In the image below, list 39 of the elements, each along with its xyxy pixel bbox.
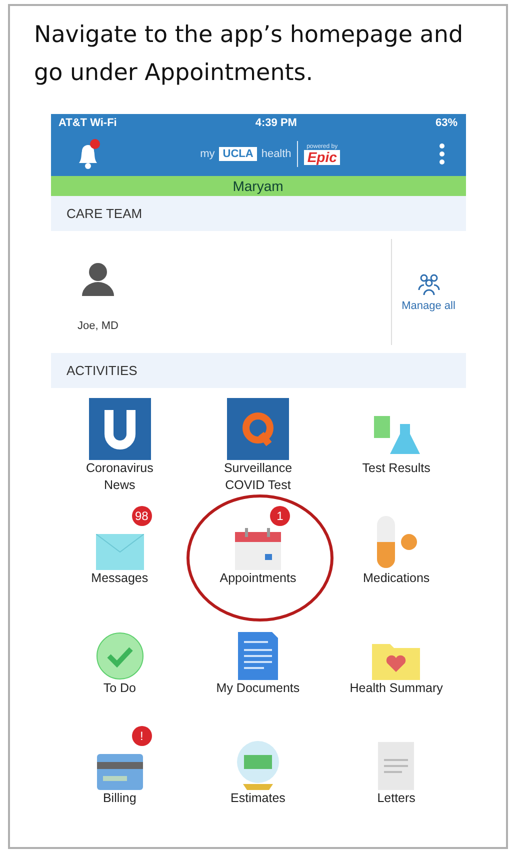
activity-tile[interactable]: ! Billing	[50, 724, 189, 834]
envelope-icon	[96, 534, 144, 570]
count-badge: 1	[270, 506, 290, 526]
activity-tile[interactable]: Health Summary	[327, 614, 466, 724]
activity-tile[interactable]: Estimates	[188, 724, 328, 834]
manage-all-button[interactable]: Manage all	[390, 239, 466, 345]
activity-tile[interactable]: My Documents	[188, 614, 328, 724]
calendar-icon	[234, 528, 281, 570]
activity-tile[interactable]: To Do	[50, 614, 189, 724]
document-icon	[238, 632, 278, 680]
section-header: ACTIVITIES	[50, 353, 466, 388]
activity-tile[interactable]: Coronavirus News	[50, 394, 189, 504]
logo-text: UCLA	[218, 147, 258, 161]
q-logo-icon	[226, 398, 289, 460]
time-text: 4:39 PM	[255, 117, 297, 129]
count-badge: 98	[132, 506, 152, 526]
activity-tile[interactable]: Surveillance COVID Test	[188, 394, 328, 504]
instruction-text: Navigate to the app’s homepage and go under Appointments.	[33, 21, 464, 88]
u-logo-icon	[88, 398, 151, 460]
epic-logo: Epic	[304, 150, 340, 164]
letter-icon	[378, 742, 414, 790]
logo-text: my	[200, 148, 215, 160]
profile-name-bar[interactable]: Maryam	[50, 176, 466, 196]
activity-tile[interactable]: 98 Messages	[50, 504, 189, 614]
battery-text: 63%	[435, 117, 458, 129]
activity-tile[interactable]: Test Results	[327, 394, 466, 504]
count-badge: !	[132, 726, 152, 746]
credit-card-icon	[96, 754, 143, 790]
section-header: CARE TEAM	[50, 196, 466, 231]
more-menu-icon[interactable]	[439, 143, 446, 165]
checkmark-icon	[96, 632, 144, 680]
doctor-name[interactable]: Joe, MD	[78, 320, 118, 332]
activity-tile[interactable]: Medications	[327, 504, 466, 614]
activity-tile[interactable]: Letters	[327, 724, 466, 834]
group-icon	[416, 272, 440, 296]
person-avatar-icon[interactable]	[81, 262, 115, 296]
money-globe-icon	[234, 740, 281, 790]
carrier-text: AT&T Wi-Fi	[58, 117, 117, 129]
logo-text: health	[261, 148, 292, 160]
